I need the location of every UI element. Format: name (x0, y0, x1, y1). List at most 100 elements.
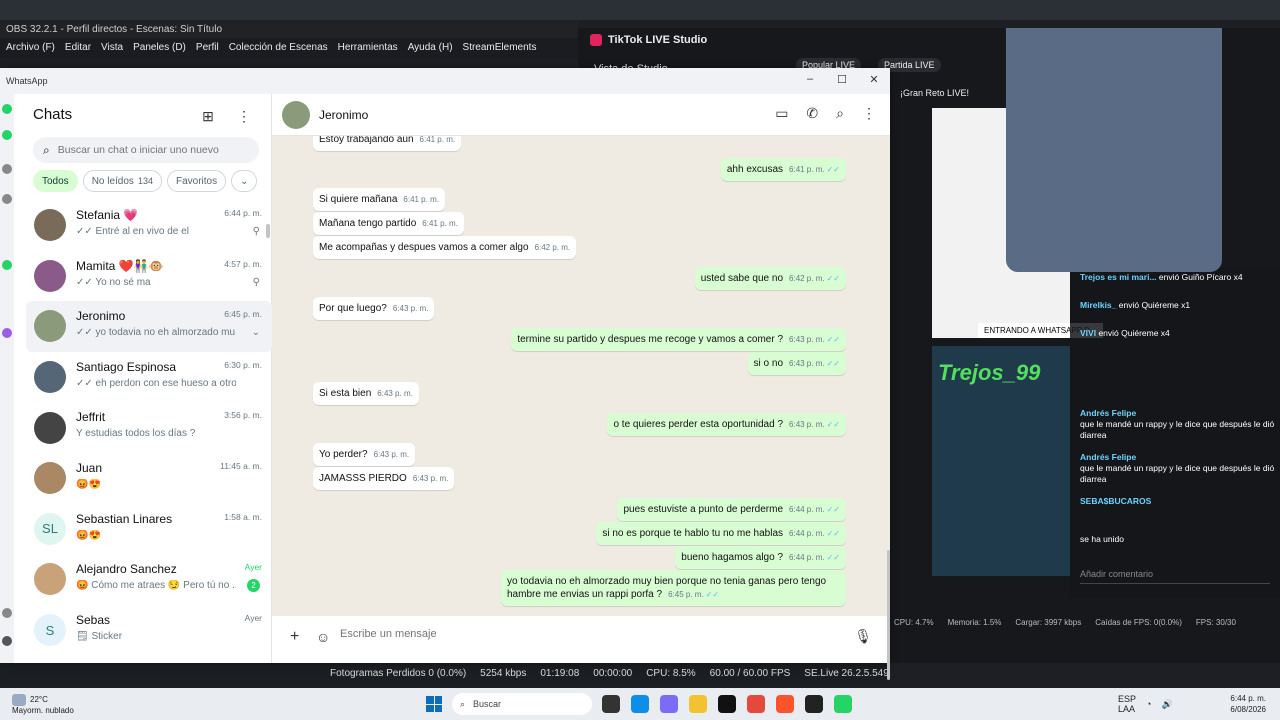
obs-icon[interactable] (805, 695, 823, 713)
message-bubble[interactable]: JAMASSS PIERDO 6:43 p. m. (313, 467, 455, 490)
chat-row[interactable]: Mamita ❤️👫🐵 ✓✓ Yo no sé ma 4:57 p. m. ⚲ (26, 251, 272, 302)
obs-status-item: Fotogramas Perdidos 0 (0.0%) (330, 668, 467, 679)
conversation-pane: Jeronimo ▭ ✆ ⌕ ⋮ Estoy trabajando aún 6:4… (272, 94, 890, 663)
chat-line: SEBA$BUCAROS (1080, 496, 1152, 506)
brave-icon[interactable] (776, 695, 794, 713)
taskbar-search[interactable]: ⌕ Buscar (452, 693, 592, 715)
clock[interactable]: 6:44 p. m. 6/08/2026 (1230, 693, 1266, 715)
communities-icon[interactable] (2, 194, 12, 204)
attach-plus-icon[interactable]: + (290, 628, 299, 646)
message-bubble[interactable]: termine su partido y despues me recoge y… (511, 328, 846, 351)
lang-indicator[interactable]: ESP LAA (1118, 694, 1136, 714)
message-bubble[interactable]: si o no 6:43 p. m. ✓✓ (747, 352, 846, 375)
phone-icon[interactable]: ✆ (806, 105, 818, 122)
message-bubble[interactable]: bueno hagamos algo ? 6:44 p. m. ✓✓ (675, 546, 846, 569)
message-bubble[interactable]: ahh excusas 6:41 p. m. ✓✓ (720, 158, 846, 181)
channels-icon[interactable] (2, 164, 12, 174)
chat-row[interactable]: Stefania 💗 ✓✓ Entré al en vivo de el 6:44 … (26, 200, 272, 251)
chat-row[interactable]: Santiago Espinosa ✓✓ eh perdon con ese hu… (26, 352, 272, 403)
message-bubble[interactable]: Yo perder? 6:43 p. m. (313, 443, 416, 466)
chat-time: 1:58 a. m. (224, 511, 262, 522)
message-bubble[interactable]: Si esta bien 6:43 p. m. (313, 382, 419, 405)
chevron-down-icon[interactable]: ⌄ (252, 327, 260, 338)
message-bubble[interactable]: si no es porque te hablo tu no me hablas… (596, 522, 846, 545)
whatsapp-window: WhatsApp – ☐ ✕ Chats ⊞ ⋮ ⌕ Todos No leíd… (0, 68, 890, 680)
profile-icon[interactable] (2, 636, 12, 646)
chat-row[interactable]: S Sebas 🗒 Sticker Ayer (26, 605, 272, 656)
message-bubble[interactable]: Estoy trabajando aún 6:41 p. m. (313, 136, 462, 151)
message-bubble[interactable]: pues estuviste a punto de perderme 6:44 p… (617, 498, 846, 521)
contact-avatar[interactable] (282, 101, 310, 129)
filter-todos[interactable]: Todos (33, 170, 78, 192)
chrome-icon[interactable] (747, 695, 765, 713)
chat-row[interactable]: Jeffrit Y estudias todos los días ? 3:56 p… (26, 402, 272, 453)
chat-line: VIVI envió Quiéreme x4 (1080, 328, 1170, 338)
maximize-icon[interactable]: ☐ (826, 68, 858, 90)
video-call-icon[interactable]: ▭ (775, 105, 788, 122)
message-bubble[interactable]: Por que luego? 6:43 p. m. (313, 297, 435, 320)
message-bubble[interactable]: Me acompañas y despues vamos a comer alg… (313, 236, 577, 259)
obs-menu-item[interactable]: StreamElements (463, 42, 537, 54)
obs-menu-item[interactable]: Paneles (D) (133, 42, 186, 54)
menu-dots-icon[interactable]: ⋮ (862, 105, 876, 122)
new-chat-icon[interactable]: ⊞ (198, 106, 218, 126)
close-icon[interactable]: ✕ (858, 68, 890, 90)
copilot-icon[interactable] (660, 695, 678, 713)
search-box[interactable]: ⌕ (33, 137, 259, 163)
chat-preview: ✓✓ yo todavia no eh almorzado mu... (76, 327, 236, 339)
chat-time: 11:45 a. m. (220, 460, 262, 471)
filter-more-dropdown[interactable]: ⌄ (231, 170, 258, 192)
obs-menu-item[interactable]: Herramientas (338, 42, 398, 54)
obs-menu-item[interactable]: Colección de Escenas (229, 42, 328, 54)
message-bubble[interactable]: Mañana tengo partido 6:41 p. m. (313, 212, 464, 235)
message-text: Estoy trabajando aún (319, 136, 414, 145)
message-scrollbar[interactable] (887, 550, 890, 680)
contact-name[interactable]: Jeronimo (319, 108, 368, 122)
chat-list-scrollbar[interactable] (266, 224, 270, 238)
whatsapp-app-icon[interactable] (834, 695, 852, 713)
menu-dots-icon[interactable]: ⋮ (234, 106, 254, 126)
message-bubble[interactable]: usted sabe que no 6:42 p. m. ✓✓ (694, 267, 846, 290)
search-icon[interactable]: ⌕ (836, 105, 844, 122)
task-view-icon[interactable] (602, 695, 620, 713)
status-icon[interactable] (2, 130, 12, 140)
mic-icon[interactable]: 🎙 (854, 628, 872, 645)
message-bubble[interactable]: Si quiere mañana 6:41 p. m. (313, 188, 445, 211)
obs-menu-item[interactable]: Editar (65, 42, 91, 54)
explorer-icon[interactable] (689, 695, 707, 713)
comment-input[interactable]: Añadir comentario (1080, 566, 1270, 584)
search-input[interactable] (57, 144, 238, 156)
filter-favoritos[interactable]: Favoritos (166, 170, 227, 192)
chat-row[interactable]: SL Sebastian Linares 😡😍 1:58 a. m. (26, 504, 272, 555)
wifi-icon[interactable]: ◔ (1146, 699, 1151, 709)
obs-menu-item[interactable]: Archivo (F) (6, 42, 55, 54)
message-input[interactable] (340, 628, 840, 640)
chat-row[interactable]: Jeronimo ✓✓ yo todavia no eh almorzado mu… (26, 301, 272, 352)
start-button[interactable] (426, 696, 442, 712)
chat-row[interactable]: Juan 😡😍 11:45 a. m. (26, 453, 272, 504)
obs-menu-item[interactable]: Vista (101, 42, 123, 54)
message-text: o te quieres perder esta oportunidad ? (613, 419, 784, 430)
message-list: Estoy trabajando aún 6:41 p. m. ahh excusa… (272, 136, 890, 616)
message-time: 6:43 p. m. (789, 335, 825, 344)
chats-icon[interactable] (2, 104, 12, 114)
message-bubble[interactable]: yo todavia no eh almorzado muy bien porq… (501, 570, 846, 606)
sticker-icon[interactable]: ☺ (316, 629, 330, 645)
tiktok-app-icon[interactable] (718, 695, 736, 713)
tiktok-stats: CPU: 4.7% Memoria: 1.5% Cargar: 3997 kbps C… (894, 618, 1236, 627)
settings-icon[interactable] (2, 608, 12, 618)
taskbar-apps (602, 695, 852, 713)
obs-menu-item[interactable]: Perfil (196, 42, 219, 54)
filter-no-leidos[interactable]: No leídos 134 (82, 170, 162, 192)
weather-widget[interactable]: 22°C Mayorm. nublado (12, 694, 74, 716)
meta-ai-icon[interactable] (2, 328, 12, 338)
obs-menu-item[interactable]: Ayuda (H) (408, 42, 453, 54)
minimize-icon[interactable]: – (794, 68, 826, 90)
chat-time: 3:56 p. m. (224, 410, 262, 421)
ai-icon[interactable] (2, 260, 12, 270)
edge-icon[interactable] (631, 695, 649, 713)
message-bubble[interactable]: o te quieres perder esta oportunidad ? 6:… (607, 413, 846, 436)
chat-row[interactable]: Alejandro Sanchez 😡 Cómo me atraes 😏 Pero… (26, 554, 272, 605)
volume-icon[interactable]: 🔊 (1161, 699, 1172, 710)
gran-reto-label: ¡Gran Reto LIVE! (900, 88, 970, 98)
